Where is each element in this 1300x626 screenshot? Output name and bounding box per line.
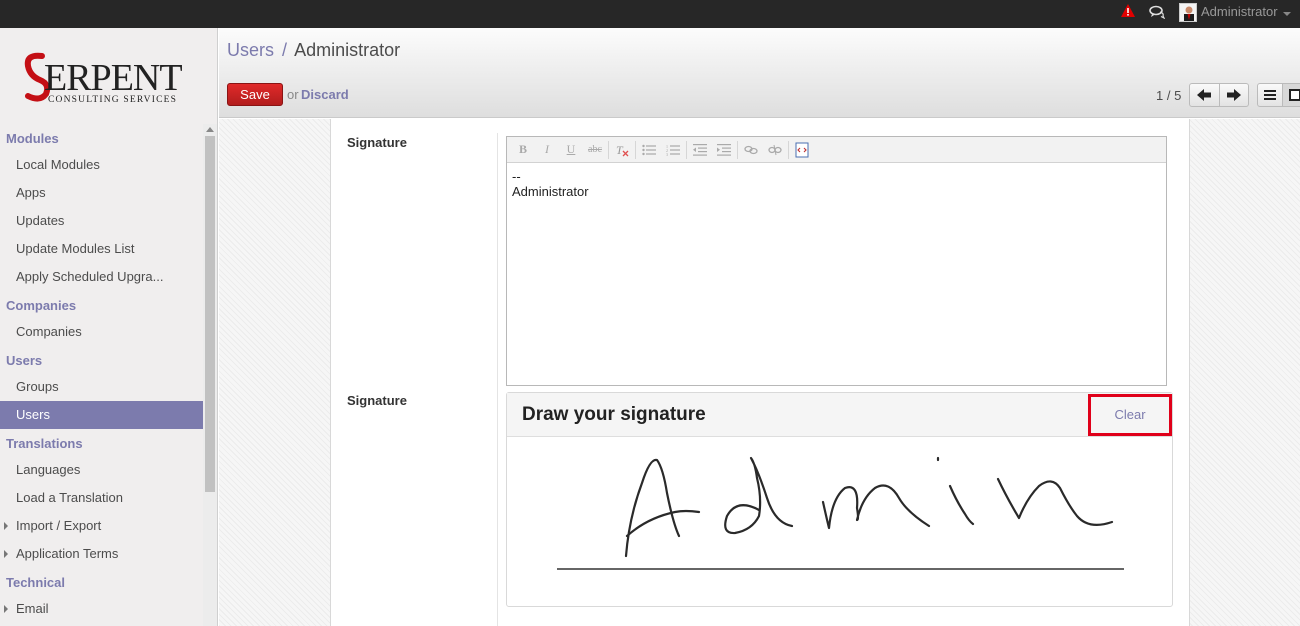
source-code-icon[interactable]: [790, 140, 814, 160]
drawn-signature-field-label: Signature: [347, 393, 407, 408]
view-switcher: [1257, 83, 1300, 107]
svg-text:T: T: [616, 143, 624, 157]
next-record-button[interactable]: [1218, 84, 1248, 106]
sidebar-item-update-modules-list[interactable]: Update Modules List: [0, 235, 203, 263]
signature-field-label: Signature: [347, 135, 407, 150]
pager-counter[interactable]: 1 / 5: [1156, 88, 1181, 103]
remove-format-icon[interactable]: T: [610, 140, 634, 160]
signature-html-editor[interactable]: B I U abc T 123 -- Administrator: [506, 136, 1167, 386]
list-view-button[interactable]: [1258, 84, 1282, 106]
unlink-icon[interactable]: [763, 140, 787, 160]
column-divider: [497, 133, 498, 626]
scroll-up-arrow-icon[interactable]: [206, 127, 214, 132]
discard-button[interactable]: Discard: [301, 87, 349, 102]
sidebar-section-technical[interactable]: Technical: [0, 571, 203, 595]
sidebar-item-application-terms[interactable]: Application Terms: [0, 540, 203, 568]
clear-signature-button[interactable]: Clear: [1088, 394, 1172, 436]
user-avatar[interactable]: [1179, 3, 1197, 22]
toolbar-separator: [686, 140, 687, 159]
link-icon[interactable]: [739, 140, 763, 160]
scrollbar-thumb[interactable]: [205, 136, 215, 492]
form-view-icon: [1288, 89, 1300, 101]
expand-arrow-icon: [4, 550, 8, 558]
strikethrough-icon[interactable]: abc: [583, 140, 607, 160]
sidebar-item-label: Import / Export: [16, 518, 102, 533]
toolbar-separator: [737, 140, 738, 159]
signature-text-content[interactable]: -- Administrator: [507, 163, 1166, 205]
sidebar: ERPENT CONSULTING SERVICES Modules Local…: [0, 28, 218, 626]
underline-icon[interactable]: U: [559, 140, 583, 160]
signature-text-line: --: [512, 169, 521, 184]
caret-down-icon[interactable]: [1283, 12, 1291, 16]
form-content-area: Signature B I U abc T 123 -- Administrat…: [219, 119, 1300, 626]
expand-arrow-icon: [4, 522, 8, 530]
alert-icon[interactable]: [1121, 4, 1135, 18]
serpent-logo[interactable]: ERPENT CONSULTING SERVICES: [22, 50, 194, 130]
previous-record-button[interactable]: [1190, 84, 1219, 106]
italic-icon[interactable]: I: [535, 140, 559, 160]
breadcrumb-current: Administrator: [294, 40, 401, 60]
sidebar-item-load-translation[interactable]: Load a Translation: [0, 484, 203, 512]
sidebar-item-apps[interactable]: Apps: [0, 179, 203, 207]
sidebar-menu: Modules Local Modules Apps Updates Updat…: [0, 124, 203, 623]
sidebar-item-users[interactable]: Users: [0, 401, 203, 429]
bullet-list-icon[interactable]: [637, 140, 661, 160]
user-menu-name[interactable]: Administrator: [1201, 4, 1278, 19]
signature-canvas[interactable]: [507, 438, 1172, 606]
svg-text:CONSULTING SERVICES: CONSULTING SERVICES: [48, 95, 177, 105]
pager-buttons: [1189, 83, 1249, 107]
indent-icon[interactable]: [712, 140, 736, 160]
sidebar-item-apply-scheduled-upgrades[interactable]: Apply Scheduled Upgra...: [0, 263, 203, 291]
arrow-right-icon: [1226, 89, 1241, 101]
sidebar-section-users[interactable]: Users: [0, 349, 203, 373]
breadcrumb-users-link[interactable]: Users: [227, 40, 274, 60]
signature-pad: Draw your signature Clear: [506, 392, 1173, 607]
svg-text:3: 3: [666, 152, 668, 156]
control-panel: Users / Administrator Save or Discard 1 …: [219, 28, 1300, 118]
sidebar-section-companies[interactable]: Companies: [0, 294, 203, 318]
draw-signature-title: Draw your signature: [522, 404, 706, 425]
form-view-button[interactable]: [1282, 84, 1300, 106]
sidebar-section-modules[interactable]: Modules: [0, 127, 203, 151]
outdent-icon[interactable]: [688, 140, 712, 160]
toolbar-separator: [608, 140, 609, 159]
sidebar-item-groups[interactable]: Groups: [0, 373, 203, 401]
sidebar-item-local-modules[interactable]: Local Modules: [0, 151, 203, 179]
sidebar-item-updates[interactable]: Updates: [0, 207, 203, 235]
arrow-left-icon: [1197, 89, 1212, 101]
sidebar-scrollbar[interactable]: [203, 124, 217, 626]
editor-toolbar: B I U abc T 123: [507, 137, 1166, 163]
signature-text-line: Administrator: [512, 184, 589, 199]
form-sheet: Signature B I U abc T 123 -- Administrat…: [330, 119, 1190, 626]
chat-icon[interactable]: [1149, 5, 1165, 19]
sidebar-item-label: Email: [16, 601, 49, 616]
sidebar-item-companies[interactable]: Companies: [0, 318, 203, 346]
sidebar-item-languages[interactable]: Languages: [0, 456, 203, 484]
sidebar-item-label: Application Terms: [16, 546, 119, 561]
numbered-list-icon[interactable]: 123: [661, 140, 685, 160]
svg-text:ERPENT: ERPENT: [44, 57, 182, 99]
or-text: or: [287, 87, 299, 102]
sidebar-section-translations[interactable]: Translations: [0, 432, 203, 456]
save-button[interactable]: Save: [227, 83, 283, 106]
toolbar-separator: [635, 140, 636, 159]
sidebar-item-email[interactable]: Email: [0, 595, 203, 623]
breadcrumb: Users / Administrator: [227, 40, 400, 61]
breadcrumb-separator: /: [282, 40, 288, 60]
list-view-icon: [1264, 90, 1276, 100]
expand-arrow-icon: [4, 605, 8, 613]
signature-pad-header: Draw your signature Clear: [507, 393, 1172, 437]
top-bar: Administrator: [0, 0, 1300, 28]
bold-icon[interactable]: B: [511, 140, 535, 160]
sidebar-item-import-export[interactable]: Import / Export: [0, 512, 203, 540]
toolbar-separator: [788, 140, 789, 159]
